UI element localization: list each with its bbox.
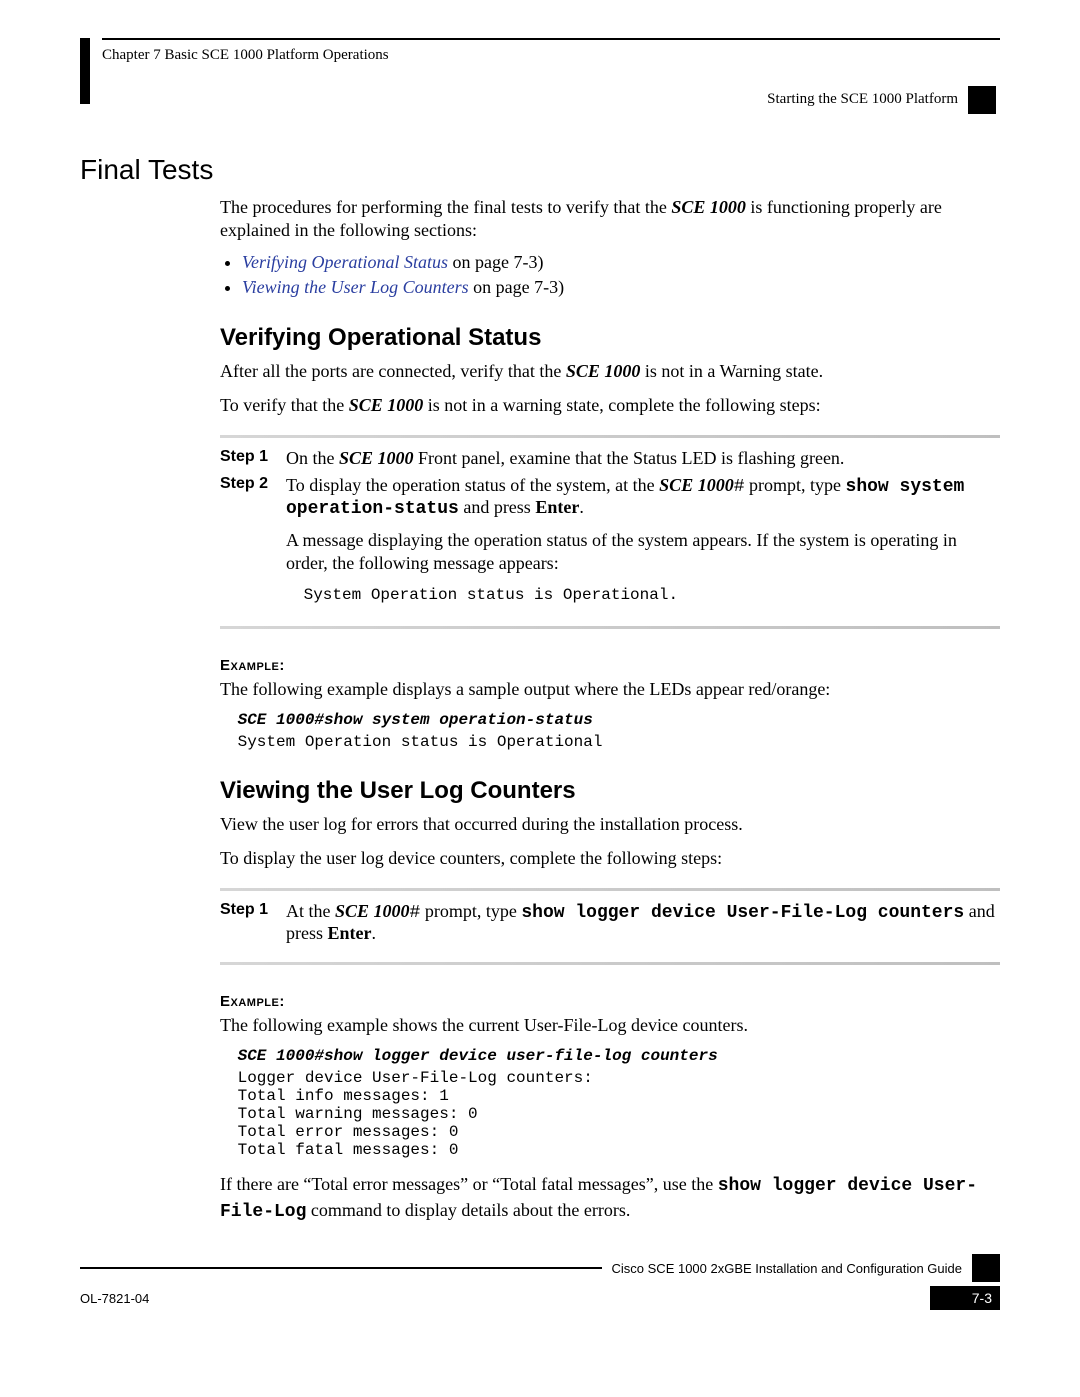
corner-ornament <box>80 38 90 104</box>
header-square-ornament <box>968 86 996 114</box>
userlog-example-intro: The following example shows the current … <box>220 1014 1000 1037</box>
verify-step2-msg: A message displaying the operation statu… <box>286 529 1000 576</box>
header-bar: Chapter 7 Basic SCE 1000 Platform Operat… <box>80 38 1000 114</box>
device-name: SCE 1000 <box>349 395 424 415</box>
t: command to display details about the err… <box>306 1200 630 1220</box>
header-rule <box>102 38 1000 40</box>
verify-p2: To verify that the SCE 1000 is not in a … <box>220 394 1000 417</box>
cli-output: System Operation status is Operational <box>228 733 1000 751</box>
example-label: Example: <box>220 657 1000 674</box>
cli-prompt-cmd: SCE 1000#show logger device user-file-lo… <box>228 1047 718 1065</box>
header-right-sub: Starting the SCE 1000 Platform <box>767 91 958 108</box>
t: To display the operation status of the s… <box>286 475 659 495</box>
footer-rule <box>80 1267 602 1269</box>
t: is not in a Warning state. <box>640 361 823 381</box>
chapter-line: Chapter 7 Basic SCE 1000 Platform Operat… <box>102 46 1000 64</box>
step-label: Step 2 <box>220 475 286 608</box>
example-label: Example: <box>220 993 1000 1010</box>
verify-step-2: Step 2 To display the operation status o… <box>220 475 1000 608</box>
device-name: SCE 1000 <box>566 361 641 381</box>
cli-output: Logger device User-File-Log counters: To… <box>228 1069 1000 1159</box>
step-label: Step 1 <box>220 448 286 469</box>
verify-step-1: Step 1 On the SCE 1000 Front panel, exam… <box>220 448 1000 469</box>
footer-square-ornament <box>972 1254 1000 1282</box>
verify-p1: After all the ports are connected, verif… <box>220 360 1000 383</box>
step-divider <box>220 435 1000 438</box>
key-enter: Enter <box>328 923 372 943</box>
footer-guide-title: Cisco SCE 1000 2xGBE Installation and Co… <box>612 1261 962 1276</box>
xref-item-2: Viewing the User Log Counters on page 7-… <box>242 277 1000 298</box>
xref-link-viewing[interactable]: Viewing the User Log Counters <box>242 277 469 297</box>
step-body: On the SCE 1000 Front panel, examine tha… <box>286 448 1000 469</box>
verify-example-intro: The following example displays a sample … <box>220 678 1000 701</box>
step-divider <box>220 626 1000 629</box>
prompt-hash: # <box>734 477 745 497</box>
step-label: Step 1 <box>220 901 286 944</box>
t: prompt, type <box>420 901 521 921</box>
intro-paragraph: The procedures for performing the final … <box>220 196 1000 243</box>
step-divider <box>220 962 1000 965</box>
userlog-p2: To display the user log device counters,… <box>220 847 1000 870</box>
footer-doc-code: OL-7821-04 <box>80 1291 149 1306</box>
cli-command-line: SCE 1000#show system operation-status <box>228 711 1000 729</box>
device-name: SCE 1000 <box>671 197 746 217</box>
prompt-hash: # <box>410 903 421 923</box>
cross-ref-list: Verifying Operational Status on page 7-3… <box>220 252 1000 298</box>
heading-verifying: Verifying Operational Status <box>220 324 1000 352</box>
key-enter: Enter <box>535 497 579 517</box>
t: On the <box>286 448 339 468</box>
userlog-p1: View the user log for errors that occurr… <box>220 813 1000 836</box>
t: At the <box>286 901 335 921</box>
t: To verify that the <box>220 395 349 415</box>
t: . <box>579 497 584 517</box>
step-body: To display the operation status of the s… <box>286 475 1000 608</box>
t: If there are “Total error messages” or “… <box>220 1174 718 1194</box>
t: and press <box>459 497 535 517</box>
userlog-tail: If there are “Total error messages” or “… <box>220 1173 1000 1224</box>
xref-item-1: Verifying Operational Status on page 7-3… <box>242 252 1000 273</box>
t: prompt, type <box>745 475 846 495</box>
userlog-step-1: Step 1 At the SCE 1000# prompt, type sho… <box>220 901 1000 944</box>
intro-text-a: The procedures for performing the final … <box>220 197 671 217</box>
device-name: SCE 1000 <box>339 448 414 468</box>
cli-command-line: SCE 1000#show logger device user-file-lo… <box>228 1047 1000 1065</box>
t: Front panel, examine that the Status LED… <box>414 448 845 468</box>
page-footer: Cisco SCE 1000 2xGBE Installation and Co… <box>80 1254 1000 1310</box>
step-divider <box>220 888 1000 891</box>
section-title-final-tests: Final Tests <box>80 154 1000 186</box>
xref-link-verifying[interactable]: Verifying Operational Status <box>242 252 448 272</box>
t: is not in a warning state, complete the … <box>423 395 820 415</box>
t: . <box>372 923 377 943</box>
cli-output: System Operation status is Operational. <box>294 586 1000 604</box>
device-name: SCE 1000 <box>335 901 410 921</box>
xref-suffix-1: on page 7-3) <box>448 252 543 272</box>
cli-command: show logger device User-File-Log counter… <box>521 903 964 923</box>
page-number: 7-3 <box>930 1286 1000 1310</box>
step-body: At the SCE 1000# prompt, type show logge… <box>286 901 1000 944</box>
t: After all the ports are connected, verif… <box>220 361 566 381</box>
heading-userlog: Viewing the User Log Counters <box>220 777 1000 805</box>
device-name: SCE 1000 <box>659 475 734 495</box>
xref-suffix-2: on page 7-3) <box>469 277 564 297</box>
cli-prompt-cmd: SCE 1000#show system operation-status <box>228 711 593 729</box>
